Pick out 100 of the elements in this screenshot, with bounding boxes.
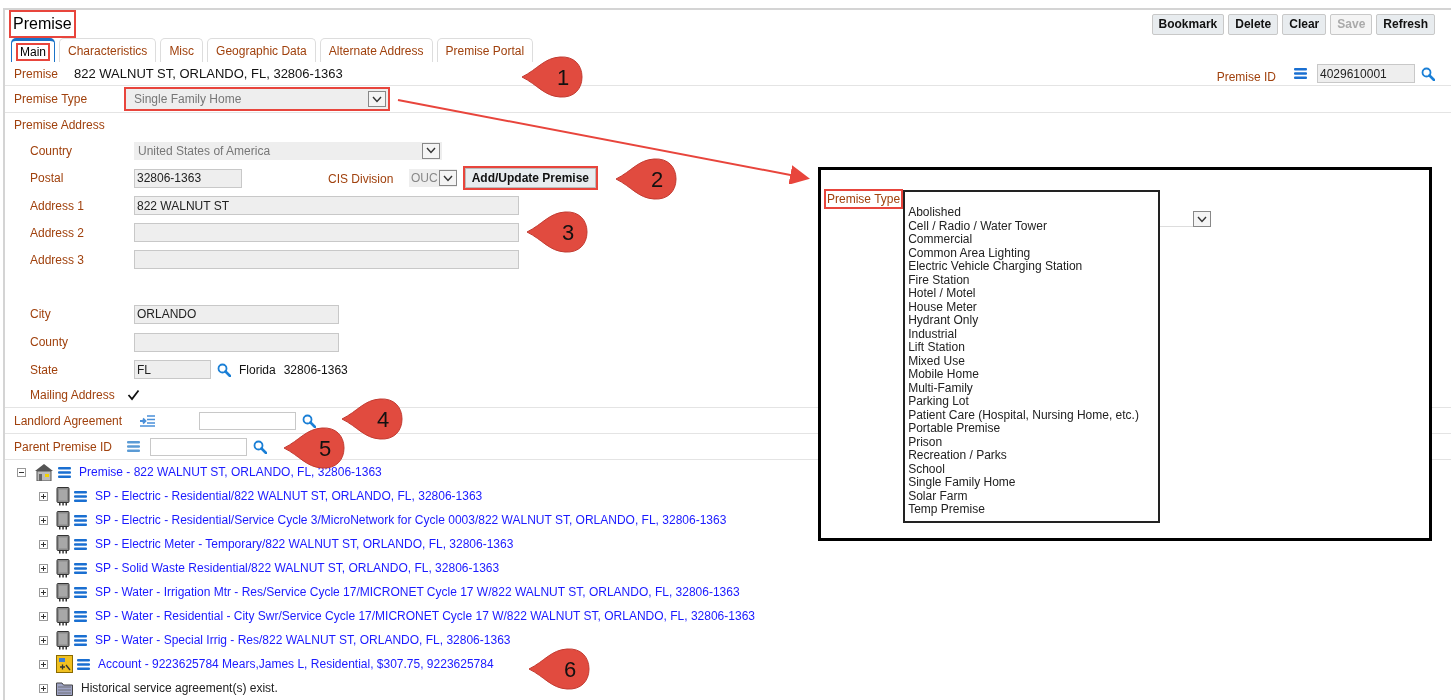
add-update-premise-button[interactable]: Add/Update Premise xyxy=(464,168,597,188)
tab[interactable]: Premise Portal xyxy=(436,38,534,62)
tab[interactable]: Main xyxy=(11,38,55,62)
list-icon[interactable] xyxy=(74,610,87,622)
house-icon xyxy=(34,463,54,481)
list-option[interactable]: Commercial xyxy=(908,233,1159,247)
list-icon[interactable] xyxy=(74,634,87,646)
list-option[interactable]: Parking Lot xyxy=(908,395,1159,409)
list-icon[interactable] xyxy=(1294,68,1307,79)
list-icon[interactable] xyxy=(74,514,87,526)
search-icon[interactable] xyxy=(302,413,316,428)
field-label: Parent Premise ID xyxy=(14,438,114,456)
tree-link[interactable]: Account - 9223625784 Mears,James L, Residential, $307.75, 9223625784 xyxy=(98,655,494,673)
list-option[interactable]: Multi-Family xyxy=(908,381,1159,395)
list-option[interactable]: Mixed Use xyxy=(908,354,1159,368)
tab[interactable]: Geographic Data xyxy=(207,38,316,62)
tree-link[interactable]: SP - Electric - Residential/Service Cycle 3/MicroNetwork for Cycle 0003/822 WALNUT ST, ORLANDO, FL, 32806-1363 xyxy=(95,511,727,529)
list-icon[interactable] xyxy=(74,562,87,574)
tab[interactable]: Misc xyxy=(160,38,204,62)
list-option[interactable]: Solar Farm xyxy=(908,489,1159,503)
field-label: CIS Division xyxy=(328,171,395,188)
tree-link[interactable]: SP - Water - Special Irrig - Res/822 WALNUT ST, ORLANDO, FL, 32806-1363 xyxy=(95,631,511,649)
dropdown-caret-icon[interactable] xyxy=(368,91,386,107)
expand-icon[interactable] xyxy=(39,491,48,501)
list-option[interactable]: Temp Premise xyxy=(908,503,1159,517)
list-option[interactable]: Hydrant Only xyxy=(908,314,1159,328)
field-label: Premise ID xyxy=(1216,68,1276,86)
inset-label: Premise Type xyxy=(826,191,902,207)
dropdown-caret-icon[interactable] xyxy=(422,142,440,159)
list-icon[interactable] xyxy=(74,538,87,550)
list-option[interactable]: House Meter xyxy=(908,300,1159,314)
callout-marker: 6 xyxy=(527,647,591,691)
list-option[interactable]: Industrial xyxy=(908,327,1159,341)
tree-link[interactable]: SP - Water - Residential - City Swr/Service Cycle 17/MICRONET Cycle 17 W/822 WALNUT ST, ORLANDO, FL, 32806-1363 xyxy=(95,607,755,625)
expand-icon[interactable] xyxy=(39,659,48,669)
tree-link[interactable]: SP - Electric - Residential/822 WALNUT ST, ORLANDO, FL, 32806-1363 xyxy=(95,487,483,505)
list-option[interactable]: Prison xyxy=(908,435,1159,449)
list-option[interactable]: Hotel / Motel xyxy=(908,287,1159,301)
meter-icon xyxy=(56,558,70,578)
text-field[interactable]: ORLANDO xyxy=(134,304,339,324)
state-field[interactable]: FL xyxy=(134,360,211,379)
list-option[interactable]: Electric Vehicle Charging Station xyxy=(908,260,1159,274)
dropdown-caret-icon[interactable] xyxy=(1193,211,1212,227)
list-icon[interactable] xyxy=(74,490,87,502)
toolbar-button[interactable]: Refresh xyxy=(1376,13,1435,35)
meter-icon xyxy=(56,510,70,530)
expand-icon[interactable] xyxy=(39,611,48,621)
list-option[interactable]: Portable Premise xyxy=(908,422,1159,436)
tree-link[interactable]: SP - Water - Irrigation Mtr - Res/Service Cycle 17/MICRONET Cycle 17 W/822 WALNUT ST, ORLANDO, FL, 32806-1363 xyxy=(95,583,740,601)
field-label: Address 3 xyxy=(30,251,86,269)
list-option[interactable]: Fire Station xyxy=(908,273,1159,287)
text-field[interactable] xyxy=(134,332,339,352)
premise-id-field[interactable]: 4029610001 xyxy=(1317,64,1415,83)
field-label: Country xyxy=(30,142,74,160)
list-option[interactable]: Single Family Home xyxy=(908,476,1159,490)
list-icon[interactable] xyxy=(58,466,71,478)
list-option[interactable]: Recreation / Parks xyxy=(908,449,1159,463)
list-option[interactable]: Abolished xyxy=(908,206,1159,220)
meter-icon xyxy=(56,606,70,626)
list-option[interactable]: Patient Care (Hospital, Nursing Home, etc.) xyxy=(908,408,1159,422)
expand-icon[interactable] xyxy=(39,515,48,525)
dropdown-caret-icon[interactable] xyxy=(438,170,457,186)
list-option[interactable]: School xyxy=(908,462,1159,476)
search-icon[interactable] xyxy=(253,439,267,454)
expand-icon[interactable] xyxy=(39,683,48,693)
list-icon[interactable] xyxy=(77,658,90,670)
list-option[interactable]: Lift Station xyxy=(908,341,1159,355)
premise-type-select[interactable]: Single Family Home xyxy=(126,89,388,109)
postal-field[interactable]: 32806-1363 xyxy=(134,168,242,188)
checkbox[interactable] xyxy=(126,388,140,402)
address-field[interactable] xyxy=(134,250,519,269)
toolbar-button[interactable]: Clear xyxy=(1282,13,1327,35)
list-icon[interactable] xyxy=(127,441,140,452)
toolbar-button[interactable]: Bookmark xyxy=(1151,13,1225,35)
country-select[interactable]: United States of America xyxy=(134,141,442,160)
address-field[interactable] xyxy=(134,223,519,242)
expand-icon[interactable] xyxy=(39,635,48,645)
tab[interactable]: Alternate Address xyxy=(319,38,433,62)
list-icon[interactable] xyxy=(74,586,87,598)
field-label: Address 2 xyxy=(30,224,86,242)
expand-icon[interactable] xyxy=(39,539,48,549)
search-icon[interactable] xyxy=(217,362,231,377)
input-field[interactable] xyxy=(150,437,247,456)
indent-icon[interactable] xyxy=(140,414,155,427)
list-option[interactable]: Cell / Radio / Water Tower xyxy=(908,219,1159,233)
tree-link[interactable]: SP - Solid Waste Residential/822 WALNUT ST, ORLANDO, FL, 32806-1363 xyxy=(95,559,500,577)
field-label: Address 1 xyxy=(30,197,86,215)
field-label: Premise xyxy=(14,65,58,83)
toolbar-button[interactable]: Delete xyxy=(1228,13,1279,35)
state-postal: 32806-1363 xyxy=(283,361,348,379)
expand-icon[interactable] xyxy=(39,587,48,597)
input-field[interactable] xyxy=(199,411,296,430)
address-field[interactable]: 822 WALNUT ST xyxy=(134,196,519,215)
tree-link[interactable]: SP - Electric Meter - Temporary/822 WALNUT ST, ORLANDO, FL, 32806-1363 xyxy=(95,535,514,553)
list-option[interactable]: Mobile Home xyxy=(908,368,1159,382)
search-icon[interactable] xyxy=(1421,66,1435,81)
expand-icon[interactable] xyxy=(39,563,48,573)
tab[interactable]: Characteristics xyxy=(59,38,157,62)
list-option[interactable]: Common Area Lighting xyxy=(908,246,1159,260)
collapse-icon[interactable] xyxy=(17,467,26,477)
